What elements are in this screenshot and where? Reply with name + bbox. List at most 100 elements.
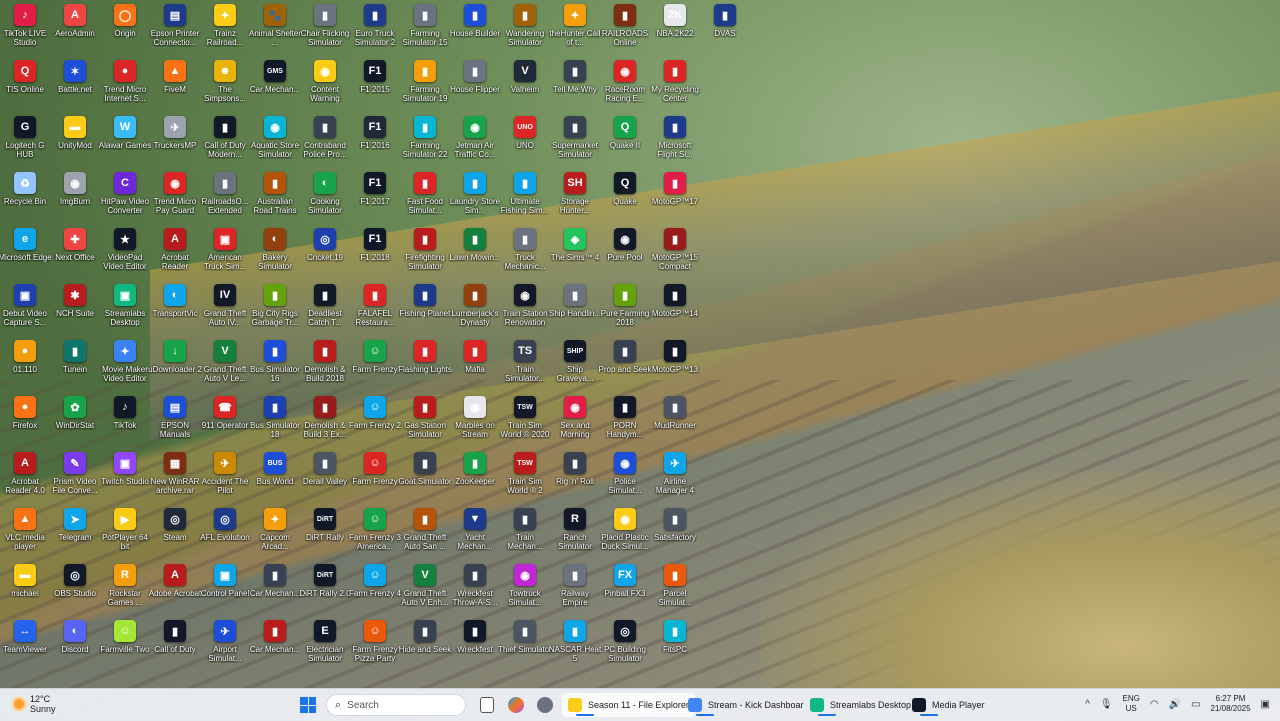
desktop-shortcut[interactable]: ☺ Farmville Two — [100, 616, 150, 672]
desktop-shortcut[interactable]: ▮ Supermarket Simulator — [550, 112, 600, 168]
desktop-shortcut[interactable]: ☺ Farm Frenzy Pizza Party — [350, 616, 400, 672]
desktop-shortcut[interactable]: E Electrician Simulator — [300, 616, 350, 672]
desktop-shortcut[interactable]: ☺ Farm Frenzy — [350, 448, 400, 504]
desktop-shortcut[interactable]: ▮ DVAS — [700, 0, 750, 56]
desktop-shortcut[interactable]: FX Pinball FX3 — [600, 560, 650, 616]
desktop-shortcut[interactable]: ▮ Bus Simulator 16 — [250, 336, 300, 392]
desktop-shortcut[interactable]: ▮ Parcel Simulat... — [650, 560, 700, 616]
desktop-shortcut[interactable]: V Grand Theft Auto V Le... — [200, 336, 250, 392]
desktop-shortcut[interactable]: ▮ Ultimate Fishing Sim... — [500, 168, 550, 224]
desktop-shortcut[interactable]: ▣ American Truck Sim... — [200, 224, 250, 280]
desktop-shortcut[interactable]: ▮ MotoGP™13 — [650, 336, 700, 392]
desktop-shortcut[interactable]: ♪ TikTok LIVE Studio — [0, 0, 50, 56]
desktop-shortcut[interactable]: ◉ Pure Pool — [600, 224, 650, 280]
desktop-shortcut[interactable]: ▮ Thief Simulator — [498, 616, 552, 672]
desktop-shortcut[interactable]: ▮ My Recycling Center — [650, 56, 700, 112]
desktop-shortcut[interactable]: ▮ Farming Simulator 22 — [400, 112, 450, 168]
desktop-shortcut[interactable]: ▦ New WinRAR archive.rar — [150, 448, 200, 504]
desktop-shortcut[interactable]: ▮ Laundry Store Sim... — [450, 168, 500, 224]
clock[interactable]: 6:27 PM 21/08/2025 — [1211, 694, 1251, 714]
desktop-shortcut[interactable]: ▣ Twitch Studio — [100, 448, 150, 504]
desktop-shortcut[interactable]: ▮ Chair Flicking Simulator — [300, 0, 350, 56]
desktop-shortcut[interactable]: ☻ The Simpsons... — [200, 56, 250, 112]
desktop-shortcut[interactable]: ▮ Call of Duty Modern... — [200, 112, 250, 168]
windows-start-icon[interactable] — [300, 697, 316, 713]
desktop-shortcut[interactable]: ☺ Farm Frenzy 3 America... — [349, 504, 401, 560]
desktop-shortcut[interactable]: ▮ Satisfactory — [650, 504, 700, 560]
desktop-shortcut[interactable]: ✦ Capcom Arcad... — [250, 504, 300, 560]
desktop-shortcut[interactable]: ▮ Tunein — [50, 336, 100, 392]
desktop-shortcut[interactable]: ◎ OBS Studio — [50, 560, 100, 616]
desktop-shortcut[interactable]: ✦ Trainz Railroad... — [200, 0, 250, 56]
weather-widget[interactable]: 12°C Sunny — [12, 694, 56, 714]
desktop-shortcut[interactable]: ▤ EPSON Manuals — [150, 392, 200, 448]
desktop-shortcut[interactable]: GMS Car Mechan... — [250, 56, 300, 112]
notification-icon[interactable]: ▣ — [1261, 699, 1270, 710]
desktop-shortcut[interactable]: F1 F1 2015 — [350, 56, 400, 112]
desktop-shortcut[interactable]: ▮ Gas Station Simulator — [400, 392, 450, 448]
desktop-shortcut[interactable]: ◉ Content Warning — [300, 56, 350, 112]
desktop-shortcut[interactable]: ▮ Bus Simulator 18 — [250, 392, 300, 448]
desktop-shortcut[interactable]: ◉ Train Station Renovation — [500, 280, 550, 336]
desktop-shortcut[interactable]: ▮ Derail Valley — [300, 448, 350, 504]
desktop-shortcut[interactable]: ♻ Recycle Bin — [0, 168, 50, 224]
desktop-shortcut[interactable]: TSW Train Sim World ® 2020 — [500, 392, 550, 448]
desktop-shortcut[interactable]: ▮ Firefighting Simulator — [400, 224, 450, 280]
desktop-shortcut[interactable]: ▮ FitsPC — [650, 616, 700, 672]
desktop-shortcut[interactable]: ↔ TeamViewer — [0, 616, 50, 672]
desktop-shortcut[interactable]: ▮ Australian Road Trains — [250, 168, 300, 224]
desktop-shortcut[interactable]: ▮ MotoGP™17 — [650, 168, 700, 224]
desktop-shortcut[interactable]: ☺ Farm Frenzy 4 — [349, 560, 401, 616]
desktop-shortcut[interactable]: ◐ Cooking Simulator — [300, 168, 350, 224]
desktop-shortcut[interactable]: DiRT DiRT Rally 2.0 — [299, 560, 351, 616]
desktop-shortcut[interactable]: ▮ Hide and Seek — [399, 616, 451, 672]
desktop-shortcut[interactable]: SHIP Ship Graveya... — [550, 336, 600, 392]
desktop-shortcut[interactable]: ▮ Farming Simulator 19 — [400, 56, 450, 112]
desktop-shortcut[interactable]: ◎ AFL Evolution — [200, 504, 250, 560]
desktop-shortcut[interactable]: ▣ Control Panel — [200, 560, 250, 616]
desktop-shortcut[interactable]: ▮ Goat Simulator — [398, 448, 452, 504]
desktop-shortcut[interactable]: ▮ Train Mechan... — [500, 504, 550, 560]
desktop-shortcut[interactable]: ◉ Marbles on Stream — [450, 392, 500, 448]
desktop-shortcut[interactable]: ✈ TruckersMP — [150, 112, 200, 168]
desktop-shortcut[interactable]: ✦ Movie Maker Video Editor — [100, 336, 150, 392]
language-indicator[interactable]: ENG US — [1123, 694, 1140, 714]
desktop-shortcut[interactable]: ✎ Prism Video File Conve... — [50, 448, 100, 504]
desktop-shortcut[interactable]: ▣ Debut Video Capture S... — [0, 280, 50, 336]
desktop-shortcut[interactable]: Q TIS Online — [0, 56, 50, 112]
desktop-shortcut[interactable]: ▮ Wreckfest Throw-A-S... — [450, 560, 500, 616]
desktop-shortcut[interactable]: ▮ Flashing Lights — [398, 336, 452, 392]
desktop-shortcut[interactable]: ♪ TikTok — [100, 392, 150, 448]
desktop-shortcut[interactable]: ▮ Tell Me Why — [550, 56, 600, 112]
desktop-shortcut[interactable]: ✿ WinDirStat — [50, 392, 100, 448]
desktop-shortcut[interactable]: R Ranch Simulator — [550, 504, 600, 560]
desktop-shortcut[interactable]: ● Trend Micro Internet S... — [100, 56, 150, 112]
desktop-shortcut[interactable]: ◉ Police Simulat... — [600, 448, 650, 504]
desktop-shortcut[interactable]: G Logitech G HUB — [0, 112, 50, 168]
desktop-shortcut[interactable]: IV Grand Theft Auto IV... — [200, 280, 250, 336]
steam-taskbar-icon[interactable] — [537, 697, 553, 713]
desktop-shortcut[interactable]: ◉ ImgBurn — [50, 168, 100, 224]
battery-icon[interactable]: ▭ — [1191, 699, 1200, 710]
desktop-shortcut[interactable]: ▮ MotoGP™14 — [650, 280, 700, 336]
desktop-shortcut[interactable]: ▤ Epson Printer Connectio... — [150, 0, 200, 56]
desktop-shortcut[interactable]: ▮ Car Mechan... — [250, 560, 300, 616]
taskbar-app-button[interactable]: Streamlabs Desktop — [804, 693, 917, 717]
desktop-shortcut[interactable]: ◐ Discord — [50, 616, 100, 672]
desktop-shortcut[interactable]: ▮ RailroadsO... Extended — [200, 168, 250, 224]
desktop-shortcut[interactable]: 2K NBA 2K22 — [650, 0, 700, 56]
desktop-shortcut[interactable]: V Grand Theft Auto V Enh... — [400, 560, 450, 616]
desktop-shortcut[interactable]: ▮ Lawn Mowin... — [449, 224, 501, 280]
desktop-shortcut[interactable]: W Alawar Games — [99, 112, 151, 168]
desktop-shortcut[interactable]: ☺ Farm Frenzy — [350, 336, 400, 392]
desktop-shortcut[interactable]: ▮ RAILROADS Online — [600, 0, 650, 56]
desktop-shortcut[interactable]: ◉ Aquatic Store Simulator — [250, 112, 300, 168]
desktop-shortcut[interactable]: DiRT DiRT Rally — [300, 504, 350, 560]
desktop-shortcut[interactable]: ▮ House Builder — [450, 0, 500, 56]
desktop-shortcut[interactable]: ▮ Wreckfest — [450, 616, 500, 672]
desktop-shortcut[interactable]: ▮ Wandering Simulator — [500, 0, 550, 56]
desktop-shortcut[interactable]: ▮ Demolish & Build 3 Ex... — [300, 392, 350, 448]
desktop-shortcut[interactable]: V Valheim — [500, 56, 550, 112]
desktop-shortcut[interactable]: ▮ Big City Rigs Garbage Tr... — [250, 280, 300, 336]
desktop-shortcut[interactable]: ▮ Call of Duty — [150, 616, 200, 672]
